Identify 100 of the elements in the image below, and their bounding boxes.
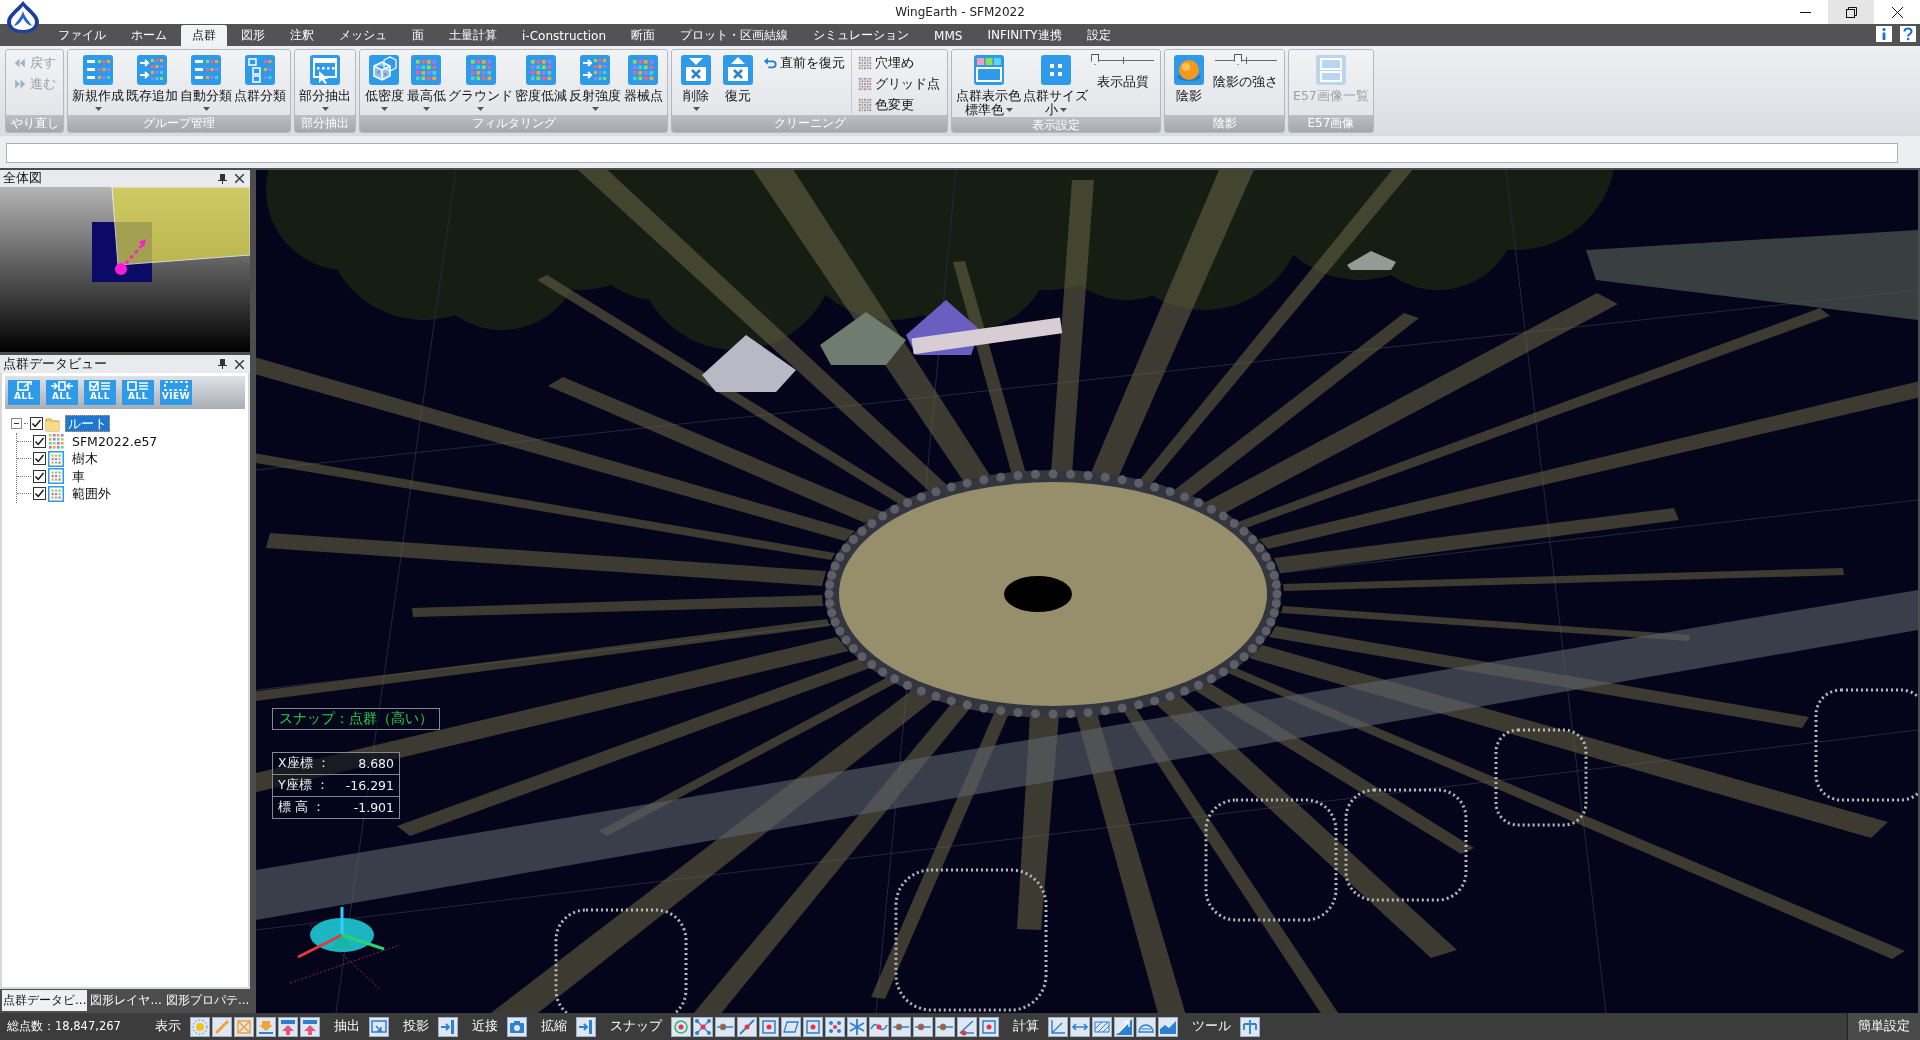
axes-icon[interactable] [1047,1016,1068,1037]
checkbox[interactable] [33,434,46,448]
cross-box-icon[interactable] [233,1016,254,1037]
dot-pattern-icon [858,98,872,112]
pin-icon[interactable] [218,173,227,184]
close-icon[interactable] [235,174,244,183]
angle-icon[interactable] [956,1016,977,1037]
ribbon-button[interactable]: 密度低減 [514,50,568,103]
info-icon[interactable] [1876,25,1892,42]
tree-item[interactable]: 車 [69,467,88,485]
menu-tab[interactable]: 点群 [181,25,227,46]
diagonal-arrow-icon[interactable] [1113,1016,1134,1037]
ribbon-button[interactable]: 新規作成 [71,50,125,111]
menu-tab[interactable]: i-Construction [511,25,618,46]
settings-button[interactable]: 簡単設定 [1847,1013,1920,1040]
slider-track[interactable] [1092,54,1154,66]
sun-icon[interactable] [189,1016,210,1037]
menu-tab[interactable]: シミュレーション [802,25,921,46]
tree-item[interactable]: SFM2022.e57 [69,432,161,450]
panel-tab[interactable]: 点群データビ... [2,990,88,1011]
dot-grid-icon [525,54,557,86]
menu-tab[interactable]: 設定 [1075,25,1122,46]
checkbox[interactable] [33,469,46,483]
menu-tab[interactable]: MMS [923,25,974,46]
ribbon-button[interactable]: 低密度 [363,50,405,111]
ribbon-group-label: 表示設定 [952,117,1160,132]
overview-map[interactable] [0,187,250,352]
ribbon-button[interactable]: 既存追加 [125,50,179,103]
ribbon-button[interactable]: 復元 [717,50,759,103]
ribbon-button[interactable]: 自動分類 [179,50,233,111]
pencil-icon[interactable] [211,1016,232,1037]
target-icon[interactable] [670,1016,691,1037]
arrow-bar-icon[interactable] [575,1016,596,1037]
checkbox[interactable] [33,452,46,466]
menu-tab[interactable]: 土量計算 [438,25,508,46]
ribbon-button[interactable]: 点群サイズ 小 [1022,50,1089,117]
ribbon-button[interactable]: 最高低 [405,50,447,111]
hatched-box-icon[interactable] [1091,1016,1112,1037]
menu-tab[interactable]: 面 [401,25,435,46]
ribbon-button[interactable]: 部分抽出 [298,50,352,111]
stacked-boxes-icon [1314,54,1347,86]
point-cloud-drawing[interactable] [256,170,1918,1013]
ribbon-button[interactable]: グラウンド [447,50,514,111]
ribbon-small-button[interactable]: 色変更 [857,96,941,114]
ribbon-button[interactable]: 反射強度 [568,50,622,111]
restore-button[interactable] [1828,0,1874,24]
menu-tab[interactable]: メッシュ [328,25,398,46]
menu-tab[interactable]: プロット・区画結線 [669,25,800,46]
ribbon-button[interactable]: 器械点 [622,50,664,103]
ribbon-small-button[interactable]: グリッド点 [857,75,941,93]
slider-thumb[interactable] [1234,54,1243,65]
tree-item[interactable]: 樹木 [69,450,101,468]
menu-tab[interactable]: ファイル [47,25,117,46]
split-icon[interactable] [1239,1016,1260,1037]
menu-tab[interactable]: ホーム [120,25,178,46]
checkbox[interactable] [30,417,43,431]
slider-track[interactable] [1214,54,1277,66]
node-cross-icon[interactable] [692,1016,713,1037]
list-dots-icon [190,54,222,86]
terrain-icon[interactable] [1157,1016,1178,1037]
collapse-icon[interactable] [11,418,22,430]
dot-line-icon[interactable] [736,1016,757,1037]
panel-tab[interactable]: 図形プロパテ... [164,990,251,1011]
ribbon-small-button[interactable]: 穴埋め [857,54,941,72]
dashed-frame-icon [164,381,188,391]
camera-icon[interactable] [506,1016,527,1037]
checkbox[interactable] [33,487,46,501]
dot-pattern-icon [858,77,872,91]
menu-tab[interactable]: 断面 [620,25,667,46]
tree-item[interactable]: 範囲外 [69,485,114,503]
toolbar-label: ツール [1191,1018,1231,1035]
slider-thumb[interactable] [1091,54,1100,65]
coordinate-label: 標 高 ： [278,799,325,816]
input-field[interactable] [6,143,1898,163]
ribbon-button[interactable]: 削除 [675,50,717,111]
slider-label: 陰影の強さ [1213,74,1278,91]
snowflake-icon[interactable] [846,1016,867,1037]
menu-tab[interactable]: 注釈 [279,25,325,46]
help-icon[interactable] [1900,25,1916,42]
ribbon-button[interactable]: 点群表示色 標準色 [955,50,1022,117]
menu-tab[interactable]: 図形 [230,25,276,46]
color-squares-icon [972,54,1005,86]
arrow-bar-icon[interactable] [437,1016,458,1037]
ribbon-group-label: クリーニング [672,115,947,132]
parallelogram-icon[interactable] [780,1016,801,1037]
tree-item[interactable]: ルート [65,415,110,433]
checklist-icon [88,381,112,391]
pin-icon[interactable] [218,359,227,369]
dot-grid-icon [410,54,442,86]
menu-tab[interactable]: INFINITY連携 [976,25,1073,46]
toolbar-label: 近接 [471,1018,498,1035]
close-icon [1891,6,1903,18]
snap-status-label: スナップ：点群（高い） [272,708,440,730]
ribbon-button[interactable]: 点群分類 [233,50,287,103]
close-icon[interactable] [235,359,244,369]
panel-tab[interactable]: 図形レイヤ... [89,990,163,1011]
ribbon-small-button[interactable]: 直前を復元 [762,54,846,72]
ribbon-button[interactable]: 陰影 [1168,50,1210,103]
dot-cluster-icon[interactable] [824,1016,845,1037]
dome-icon[interactable] [1135,1016,1156,1037]
